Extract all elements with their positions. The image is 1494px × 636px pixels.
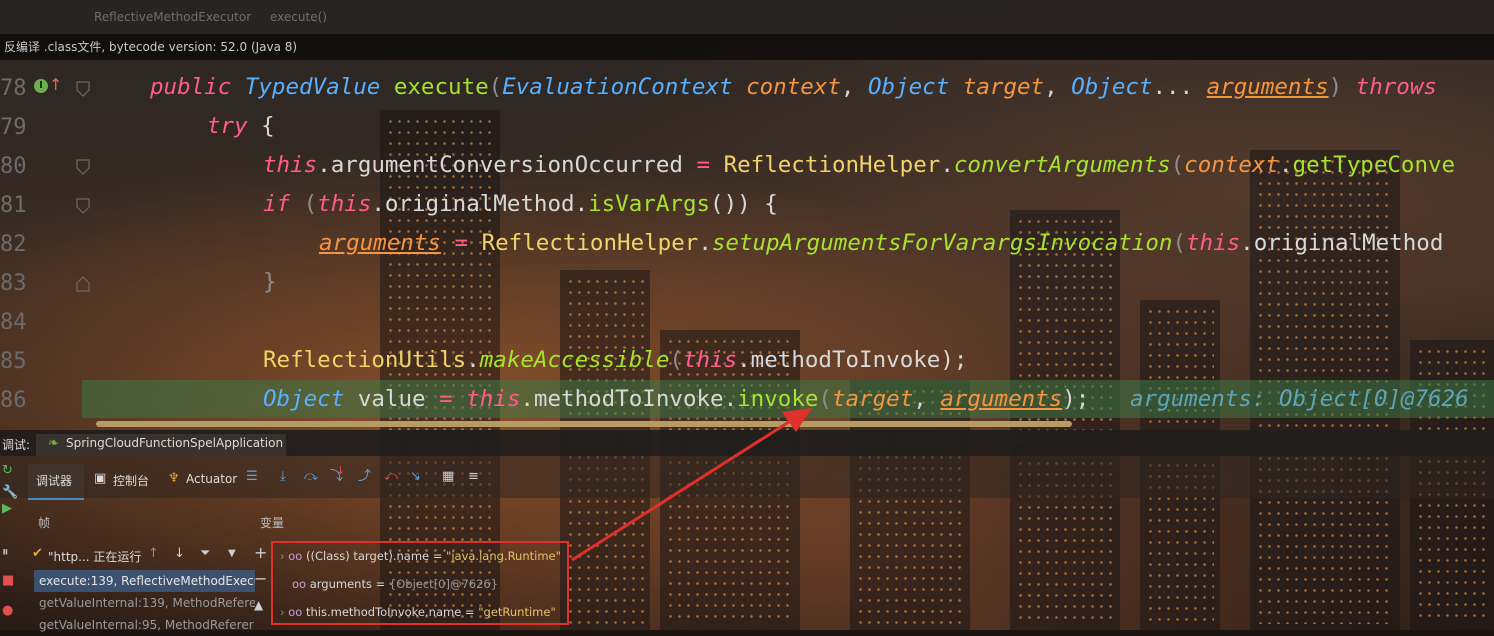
annotation-arrow: [571, 408, 812, 562]
